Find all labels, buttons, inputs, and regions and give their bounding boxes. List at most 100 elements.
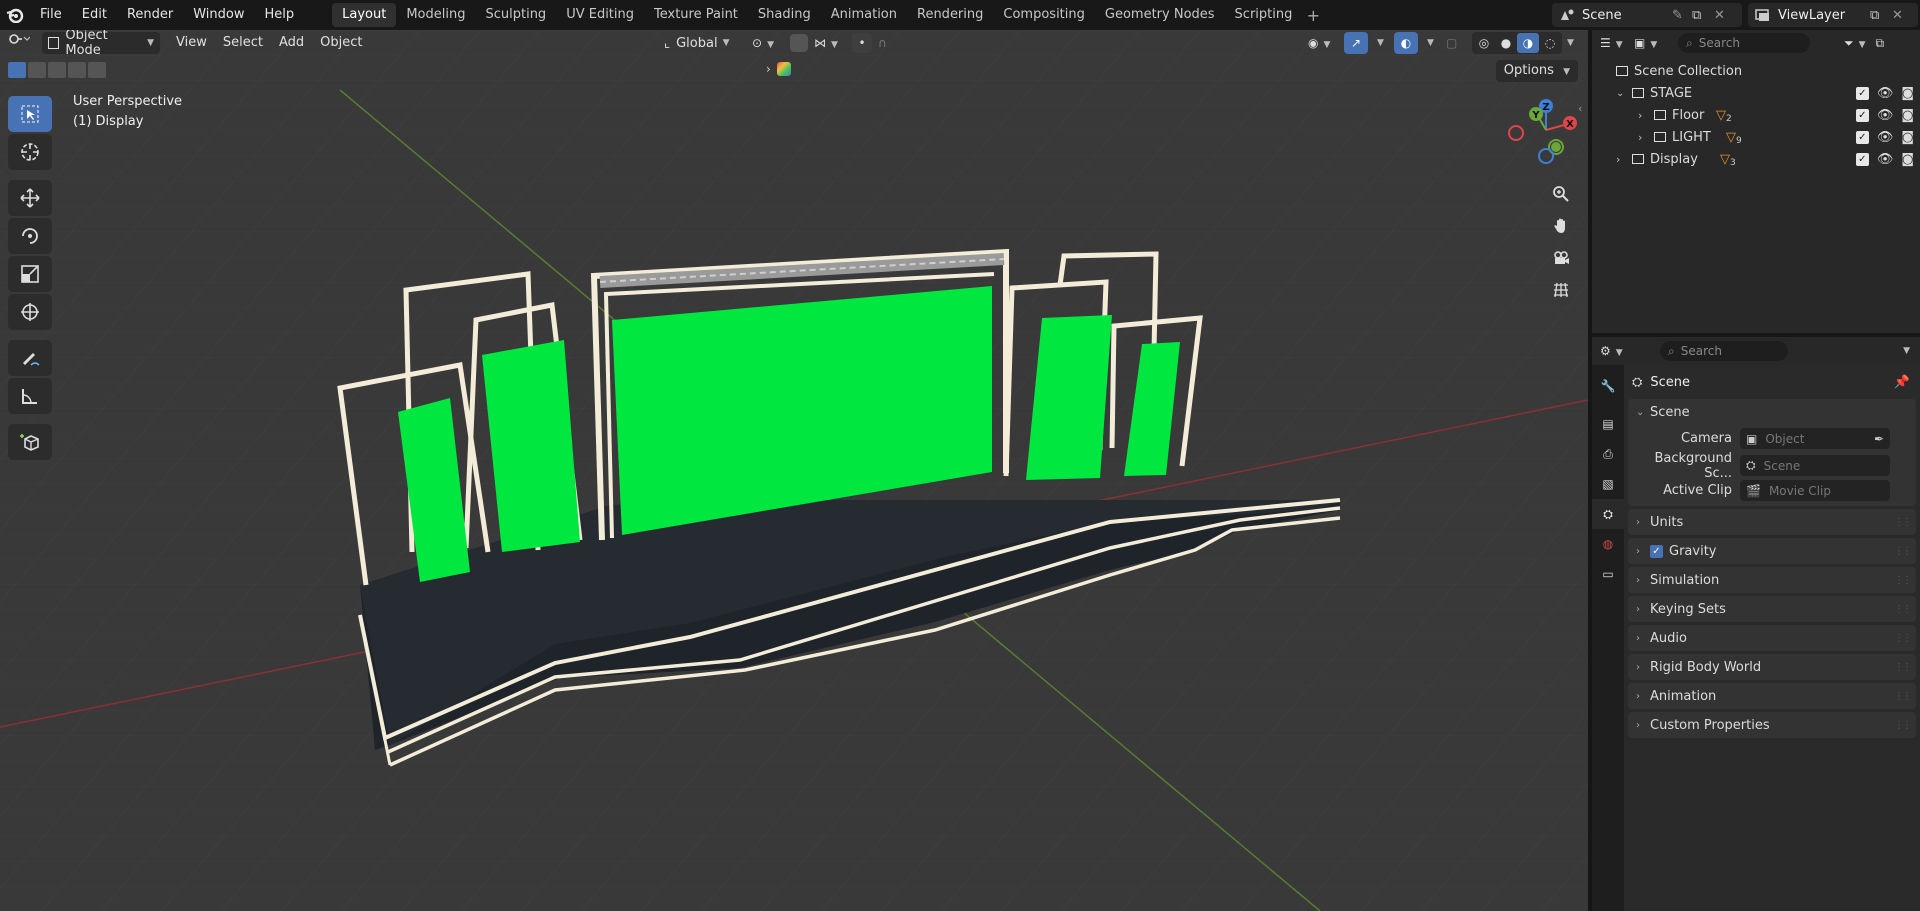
- snap-icon[interactable]: [790, 34, 808, 52]
- eye-icon[interactable]: 👁: [1877, 130, 1894, 145]
- tab-scripting[interactable]: Scripting: [1225, 3, 1303, 27]
- transform-tool[interactable]: [8, 294, 52, 330]
- tab-modeling[interactable]: Modeling: [396, 3, 475, 27]
- scene-tab-icon[interactable]: ⛭: [1592, 499, 1624, 529]
- menu-select[interactable]: Select: [215, 32, 271, 54]
- tab-layout[interactable]: Layout: [332, 3, 397, 27]
- chevron-right-icon[interactable]: ›: [1616, 153, 1632, 166]
- mode-dropdown[interactable]: Object Mode ▼: [42, 30, 160, 58]
- measure-tool[interactable]: [8, 378, 52, 414]
- scene-selector[interactable]: Scene ✎ ⧉ ✕: [1552, 3, 1742, 27]
- view-layer-tab-icon[interactable]: ▧: [1592, 469, 1624, 499]
- gizmo-toggle-icon[interactable]: ↗: [1344, 32, 1368, 54]
- background-scene-field[interactable]: ⛭ Scene: [1740, 455, 1890, 476]
- gravity-panel[interactable]: › ✓ Gravity ⋮⋮: [1628, 538, 1916, 564]
- transform-orientation-dropdown[interactable]: ⌞ Global ▼: [658, 32, 740, 54]
- exclude-checkbox[interactable]: ✓: [1855, 152, 1869, 166]
- menu-object[interactable]: Object: [312, 32, 370, 54]
- menu-edit[interactable]: Edit: [72, 0, 117, 30]
- properties-search-input[interactable]: ⌕ Search: [1660, 341, 1788, 361]
- solid-shading-icon[interactable]: ●: [1495, 33, 1517, 53]
- outliner-row-display[interactable]: › Display ▽ 3 ✓ 👁 ◙: [1592, 148, 1920, 170]
- delete-scene-icon[interactable]: ✕: [1714, 8, 1734, 23]
- render-camera-icon[interactable]: ◙: [1901, 108, 1914, 123]
- shading-chevron-icon[interactable]: ▼: [1567, 38, 1574, 48]
- outliner-editor-type-icon[interactable]: ☰ ▼: [1600, 36, 1634, 50]
- menu-help[interactable]: Help: [255, 0, 305, 30]
- gizmo-chevron-icon[interactable]: ▼: [1377, 38, 1384, 48]
- rendered-shading-icon[interactable]: ◌: [1539, 33, 1561, 53]
- outliner-search-input[interactable]: ⌕ Search: [1678, 33, 1810, 53]
- audio-panel[interactable]: › Audio ⋮⋮: [1628, 625, 1916, 651]
- render-camera-icon[interactable]: ◙: [1901, 152, 1914, 167]
- drag-handle-icon[interactable]: ⋮⋮: [1894, 517, 1912, 528]
- material-shading-icon[interactable]: ◑: [1517, 33, 1539, 53]
- filter-icon[interactable]: ⏷ ▼: [1844, 36, 1866, 51]
- view-layer-name[interactable]: ViewLayer: [1778, 8, 1870, 23]
- select-box-tool[interactable]: [8, 96, 52, 132]
- wireframe-shading-icon[interactable]: ◎: [1473, 33, 1495, 53]
- falloff-icon[interactable]: ∩: [878, 36, 887, 50]
- axis-gizmo[interactable]: Z X Y: [1508, 90, 1588, 172]
- collection-tab-icon[interactable]: ▭: [1592, 559, 1624, 589]
- pan-hand-icon[interactable]: [1547, 212, 1575, 240]
- custom-properties-panel[interactable]: › Custom Properties ⋮⋮: [1628, 712, 1916, 738]
- scene-panel-header[interactable]: ⌄ Scene: [1628, 399, 1916, 425]
- tab-animation[interactable]: Animation: [821, 3, 907, 27]
- drag-handle-icon[interactable]: ⋮⋮: [1894, 633, 1912, 644]
- menu-view[interactable]: View: [168, 32, 215, 54]
- view-layer-selector[interactable]: ViewLayer ⧉ ✕: [1748, 3, 1918, 27]
- zoom-icon[interactable]: [1547, 180, 1575, 208]
- tab-shading[interactable]: Shading: [748, 3, 821, 27]
- pivot-point-icon[interactable]: ⊙ ▼: [752, 36, 774, 50]
- animation-panel[interactable]: › Animation ⋮⋮: [1628, 683, 1916, 709]
- drag-handle-icon[interactable]: ⋮⋮: [1894, 546, 1912, 557]
- exclude-checkbox[interactable]: ✓: [1855, 86, 1869, 100]
- render-tab-icon[interactable]: ▤: [1592, 409, 1624, 439]
- menu-file[interactable]: File: [30, 0, 72, 30]
- tool-settings-toggle[interactable]: ›: [766, 62, 791, 76]
- chevron-right-icon[interactable]: ›: [1638, 109, 1654, 122]
- drag-handle-icon[interactable]: ⋮⋮: [1894, 604, 1912, 615]
- tool-tab-icon[interactable]: 🔧: [1592, 371, 1624, 401]
- cursor-tool[interactable]: [8, 134, 52, 170]
- sidebar-toggle-icon[interactable]: ‹: [1578, 102, 1582, 115]
- tab-geometry-nodes[interactable]: Geometry Nodes: [1095, 3, 1225, 27]
- scene-name[interactable]: Scene: [1582, 8, 1672, 23]
- rotate-tool[interactable]: [8, 218, 52, 254]
- exclude-checkbox[interactable]: ✓: [1855, 130, 1869, 144]
- pin-icon[interactable]: ✎: [1672, 8, 1692, 23]
- eyedropper-icon[interactable]: ✒: [1874, 432, 1884, 446]
- navigation-gizmo[interactable]: Z X Y: [1508, 90, 1588, 175]
- overlays-chevron-icon[interactable]: ▼: [1427, 38, 1434, 48]
- world-tab-icon[interactable]: ◍: [1592, 529, 1624, 559]
- ortho-grid-icon[interactable]: [1547, 276, 1575, 304]
- tab-rendering[interactable]: Rendering: [907, 3, 993, 27]
- display-mode-icon[interactable]: ▣ ▼: [1634, 36, 1670, 50]
- eye-icon[interactable]: 👁: [1877, 86, 1894, 101]
- 3d-viewport[interactable]: Object Mode ▼ View Select Add Object ⌞ G…: [0, 30, 1588, 911]
- camera-field[interactable]: ▣ Object ✒: [1740, 428, 1890, 449]
- properties-editor-type-icon[interactable]: ⚙ ▼: [1600, 344, 1660, 358]
- menu-add[interactable]: Add: [271, 32, 312, 54]
- scale-tool[interactable]: [8, 256, 52, 292]
- new-collection-icon[interactable]: ⧉: [1876, 36, 1885, 51]
- camera-view-icon[interactable]: [1547, 244, 1575, 272]
- outliner-row-light[interactable]: › LIGHT ▽ 9 ✓ 👁 ◙: [1592, 126, 1920, 148]
- drag-handle-icon[interactable]: ⋮⋮: [1894, 662, 1912, 673]
- new-view-layer-icon[interactable]: ⧉: [1870, 8, 1892, 23]
- chevron-down-icon[interactable]: ⌄: [1616, 88, 1632, 99]
- overlays-toggle-icon[interactable]: ◐: [1394, 32, 1418, 54]
- outliner-row-floor[interactable]: › Floor ▽ 2 ✓ 👁 ◙: [1592, 104, 1920, 126]
- snap-target-icon[interactable]: ⋈ ▼: [814, 36, 838, 50]
- render-camera-icon[interactable]: ◙: [1901, 130, 1914, 145]
- editor-type-button[interactable]: [0, 32, 42, 54]
- exclude-checkbox[interactable]: ✓: [1855, 108, 1869, 122]
- menu-window[interactable]: Window: [183, 0, 254, 30]
- outliner-row-stage[interactable]: ⌄ STAGE ✓ 👁 ◙: [1592, 82, 1920, 104]
- pin-icon[interactable]: 📌: [1894, 375, 1910, 390]
- rigid-body-world-panel[interactable]: › Rigid Body World ⋮⋮: [1628, 654, 1916, 680]
- keying-sets-panel[interactable]: › Keying Sets ⋮⋮: [1628, 596, 1916, 622]
- tab-texture-paint[interactable]: Texture Paint: [644, 3, 748, 27]
- drag-handle-icon[interactable]: ⋮⋮: [1894, 691, 1912, 702]
